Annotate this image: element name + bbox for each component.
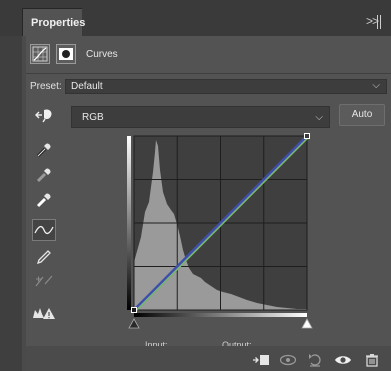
adjustment-title: Curves — [86, 48, 118, 60]
black-point-slider[interactable] — [128, 318, 140, 329]
layer-mask-icon[interactable] — [56, 44, 76, 64]
pencil-icon[interactable] — [32, 244, 56, 266]
black-eyedropper-icon[interactable] — [32, 139, 56, 161]
clip-to-layer-icon[interactable] — [252, 353, 270, 367]
output-gradient-bar — [127, 136, 131, 310]
gray-eyedropper-icon[interactable] — [32, 164, 56, 186]
trash-icon[interactable] — [363, 353, 381, 367]
curve-point-white[interactable] — [304, 133, 310, 139]
reset-icon[interactable] — [306, 353, 324, 367]
auto-button[interactable]: Auto — [339, 104, 385, 126]
channel-value: RGB — [82, 112, 104, 123]
clipping-warning-icon[interactable] — [32, 302, 56, 324]
curves-adjustment-icon[interactable] — [30, 44, 50, 64]
smooth-curve-icon[interactable] — [32, 270, 56, 292]
input-gradient-bar — [134, 313, 307, 317]
curves-graph[interactable] — [127, 132, 313, 336]
left-dock-strip — [0, 36, 22, 371]
preset-dropdown[interactable]: Default ⌵ — [65, 79, 387, 94]
preset-value: Default — [71, 81, 103, 92]
panel-tab-bar: Properties >> — [0, 0, 391, 36]
targeted-adjustment-icon[interactable] — [32, 104, 56, 126]
left-dock-divider — [22, 36, 26, 371]
panel-menu-icon[interactable] — [377, 15, 381, 29]
edit-points-curve-icon[interactable] — [32, 219, 56, 241]
view-previous-state-icon[interactable] — [279, 353, 297, 367]
chevron-down-icon: ⌵ — [315, 112, 323, 123]
preset-label: Preset: — [30, 81, 62, 92]
chevron-down-icon: ⌵ — [372, 80, 380, 91]
curve-point-black[interactable] — [131, 307, 137, 313]
white-eyedropper-icon[interactable] — [32, 189, 56, 211]
adjustment-header: Curves — [30, 42, 118, 66]
white-point-slider[interactable] — [301, 318, 313, 329]
eye-icon[interactable] — [334, 353, 352, 367]
tab-properties[interactable]: Properties — [22, 8, 85, 36]
header-divider — [26, 73, 391, 74]
channel-dropdown[interactable]: RGB ⌵ — [71, 106, 330, 128]
